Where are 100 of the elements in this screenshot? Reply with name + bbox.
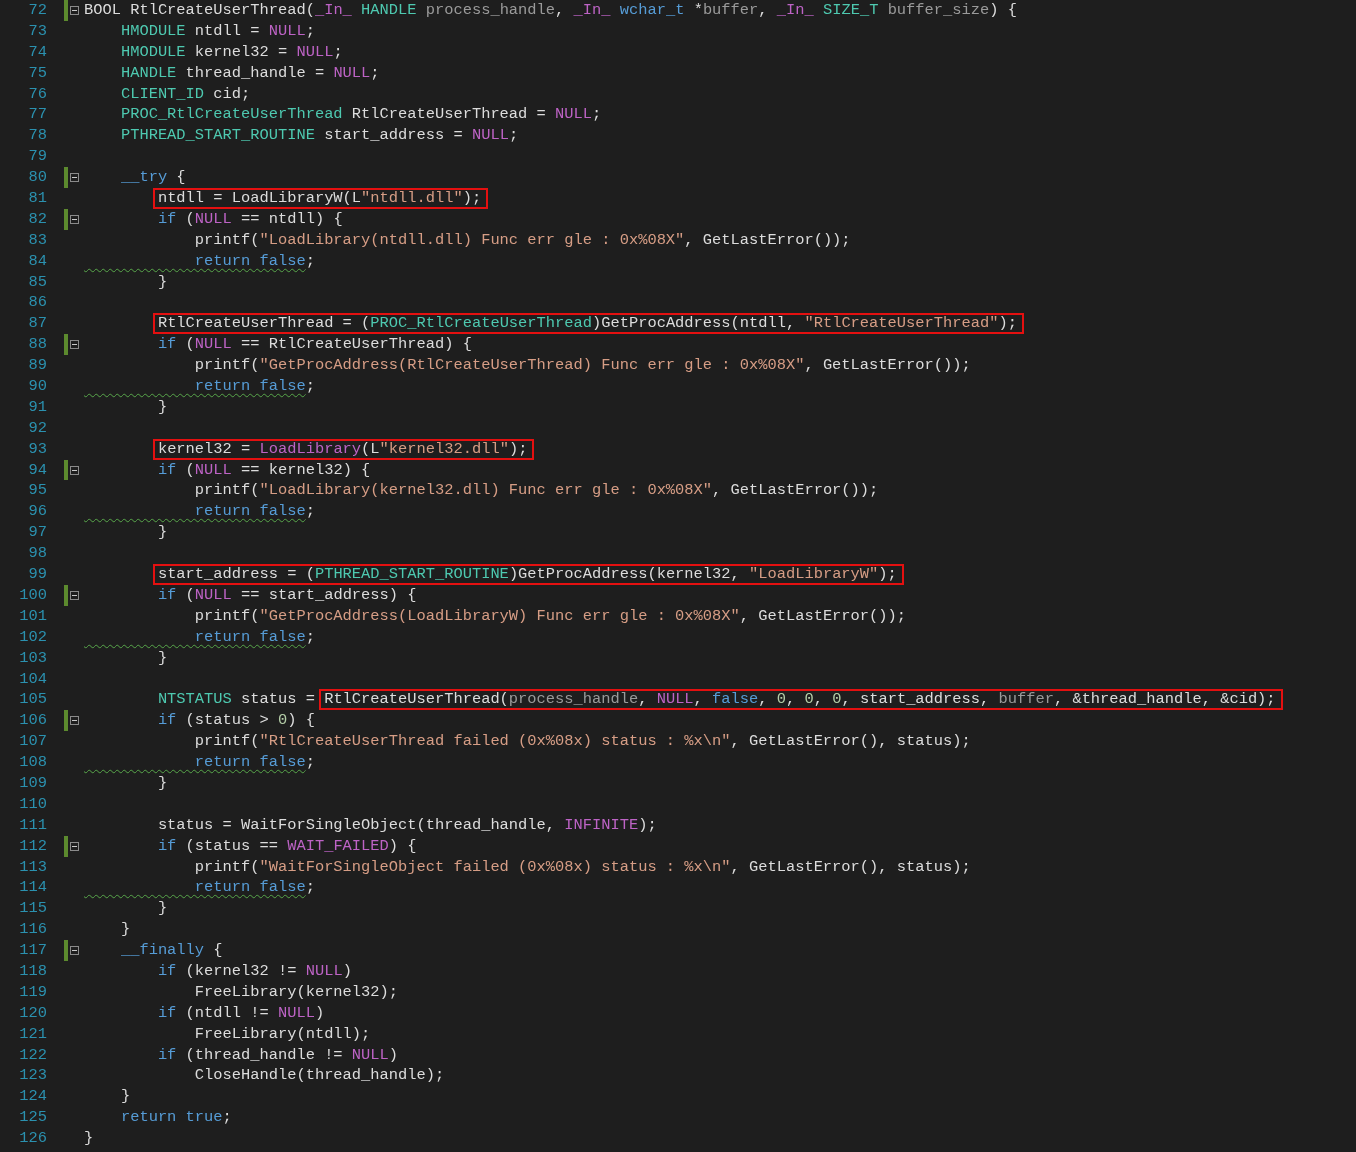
- code-text: return false;: [193, 752, 315, 773]
- code-text: return false;: [193, 626, 315, 648]
- code-text: return false;: [193, 250, 315, 272]
- code-text: HMODULE kernel32 = NULL;: [119, 41, 343, 63]
- line-number: 74: [27, 41, 47, 63]
- code-text: printf("RtlCreateUserThread failed (0x%08x) status : %x\n", GetLastError(), status);: [193, 731, 971, 753]
- code-text: if (thread_handle != NULL): [156, 1044, 399, 1066]
- collapse-icon[interactable]: [70, 465, 79, 475]
- code-text: CloseHandle(thread_handle);: [193, 1065, 445, 1087]
- code-text: printf("WaitForSingleObject failed (0x%08x) status : %x\n", GetLastError(), status);: [193, 856, 971, 878]
- code-text: }: [156, 772, 168, 794]
- line-number: 120: [18, 1002, 47, 1024]
- code-text: FreeLibrary(ntdll);: [193, 1023, 371, 1045]
- line-number: 92: [27, 417, 47, 439]
- code-text: printf("GetProcAddress(LoadLibraryW) Func err gle : 0x%08X", GetLastError());: [193, 605, 906, 627]
- line-number: 83: [27, 229, 47, 251]
- code-text: return false;: [193, 877, 315, 899]
- code-text: status = WaitForSingleObject(thread_handle, INFINITE);: [156, 814, 657, 836]
- line-number: 84: [27, 250, 47, 272]
- line-number: 125: [18, 1107, 47, 1129]
- collapse-icon[interactable]: [70, 214, 79, 224]
- line-number: 75: [27, 62, 47, 84]
- line-number: 88: [27, 334, 47, 356]
- line-number: 103: [18, 647, 47, 669]
- line-number: 123: [18, 1065, 47, 1087]
- line-number: 109: [18, 772, 47, 794]
- line-number: 95: [27, 480, 47, 502]
- line-number: 105: [18, 689, 47, 711]
- code-text: if (kernel32 != NULL): [156, 960, 352, 982]
- code-text: if (ntdll != NULL): [156, 1002, 325, 1024]
- line-number: 102: [18, 626, 47, 648]
- code-text: }: [156, 271, 168, 293]
- line-number: 87: [27, 313, 47, 335]
- code-text: }: [156, 396, 168, 418]
- code-text: HANDLE thread_handle = NULL;: [119, 62, 380, 84]
- code-text: return false;: [193, 501, 315, 523]
- code-text: if (status == WAIT_FAILED) {: [156, 835, 417, 857]
- code-text: if (status > 0) {: [156, 710, 315, 732]
- highlight-box: ntdll = LoadLibraryW(L"ntdll.dll");: [152, 187, 489, 209]
- line-number: 104: [18, 668, 47, 690]
- line-number: 80: [27, 167, 47, 189]
- code-text: PTHREAD_START_ROUTINE start_address = NULL;: [119, 125, 519, 147]
- code-text: printf("GetProcAddress(RtlCreateUserThread) Func err gle : 0x%08X", GetLastError());: [193, 355, 971, 377]
- code-text: __finally {: [119, 940, 223, 961]
- line-number: 72: [27, 0, 47, 21]
- line-number: 121: [18, 1023, 47, 1045]
- code-text: NTSTATUS status =: [156, 689, 316, 711]
- code-text: if (NULL == start_address) {: [156, 584, 417, 606]
- collapse-icon[interactable]: [70, 946, 79, 955]
- line-number: 78: [27, 125, 47, 147]
- line-number: 118: [18, 960, 47, 982]
- line-number: 106: [18, 710, 47, 732]
- line-number: 96: [27, 501, 47, 523]
- code-text: }: [156, 898, 168, 920]
- line-number: 97: [27, 522, 47, 544]
- line-number: 98: [27, 543, 47, 565]
- code-text: CLIENT_ID cid;: [119, 83, 251, 105]
- line-number: 116: [18, 919, 47, 941]
- code-text: printf("LoadLibrary(kernel32.dll) Func err gle : 0x%08X", GetLastError());: [193, 480, 879, 502]
- collapse-icon[interactable]: [70, 590, 79, 600]
- line-number: 79: [27, 146, 47, 168]
- highlight-box: start_address = (PTHREAD_START_ROUTINE)GetProcAddress(kernel32, "LoadLibraryW");: [152, 564, 904, 585]
- line-number: 81: [27, 188, 47, 209]
- line-number: 122: [18, 1044, 47, 1066]
- line-number: 90: [27, 376, 47, 397]
- collapse-icon[interactable]: [70, 841, 79, 851]
- code-text: }: [156, 522, 168, 544]
- collapse-icon[interactable]: [70, 5, 79, 15]
- code-text: return true;: [119, 1107, 232, 1129]
- line-number: 82: [27, 208, 47, 230]
- highlight-box: kernel32 = LoadLibrary(L"kernel32.dll");: [152, 438, 535, 460]
- code-text: }: [119, 1086, 131, 1108]
- line-number: 76: [27, 83, 47, 105]
- code-text: return false;: [193, 376, 315, 397]
- code-text: PROC_RtlCreateUserThread RtlCreateUserThread = NULL;: [119, 104, 602, 126]
- collapse-icon[interactable]: [70, 716, 79, 726]
- line-number: 85: [27, 271, 47, 293]
- code-text: __try {: [119, 167, 186, 189]
- highlight-box: RtlCreateUserThread = (PROC_RtlCreateUserThread)GetProcAddress(ntdll, "RtlCreateUserThread");: [152, 313, 1024, 335]
- code-text: }: [156, 647, 168, 669]
- collapse-icon[interactable]: [70, 173, 79, 183]
- code-text: if (NULL == ntdll) {: [156, 208, 343, 230]
- collapse-icon[interactable]: [70, 340, 79, 350]
- line-number: 117: [18, 940, 47, 961]
- highlight-box: RtlCreateUserThread(process_handle, NULL, false, 0, 0, 0, start_address, buffer, &thread_handle, &cid);: [319, 689, 1283, 711]
- line-number: 115: [18, 898, 47, 920]
- line-number: 114: [18, 877, 47, 899]
- line-number: 94: [27, 459, 47, 481]
- code-text: }: [84, 1128, 94, 1149]
- line-number: 101: [18, 605, 47, 627]
- line-number: 107: [18, 731, 47, 753]
- code-text: printf("LoadLibrary(ntdll.dll) Func err gle : 0x%08X", GetLastError());: [193, 229, 851, 251]
- line-number: 86: [27, 292, 47, 314]
- code-text: BOOL RtlCreateUserThread(_In_ HANDLE process_handle, _In_ wchar_t *buffer, _In_ SIZE_T buffer_size) {: [84, 0, 1017, 21]
- line-number: 119: [18, 981, 47, 1003]
- line-number: 113: [18, 856, 47, 878]
- line-number: 100: [18, 584, 47, 606]
- line-number: 111: [18, 814, 47, 836]
- code-text: if (NULL == kernel32) {: [156, 459, 371, 481]
- line-number: 93: [27, 438, 47, 460]
